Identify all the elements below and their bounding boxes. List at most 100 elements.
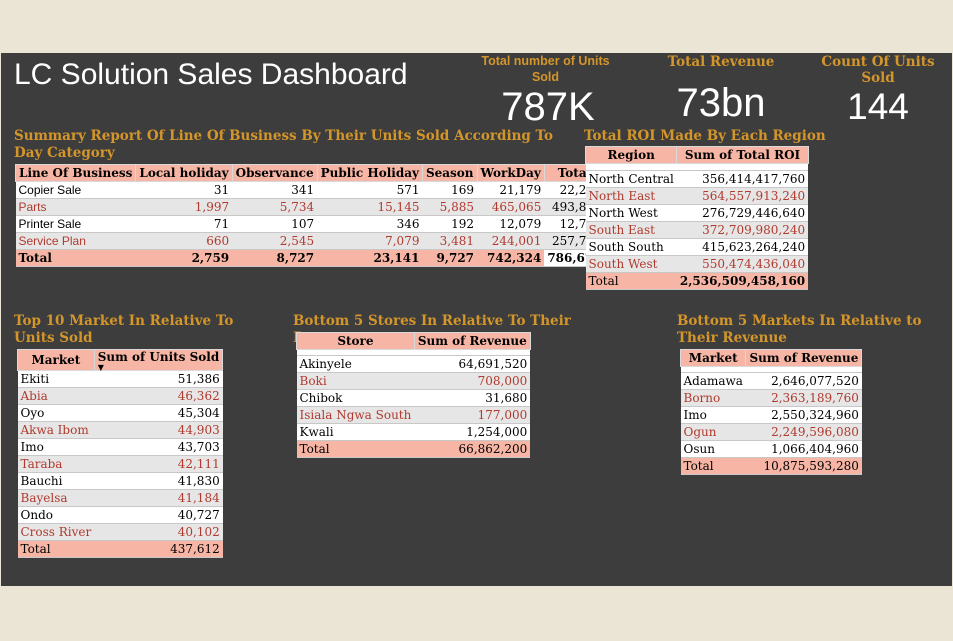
cell: North East bbox=[585, 187, 677, 205]
cell: Oyo bbox=[17, 404, 95, 422]
table-row: North West 276,729,446,640 bbox=[585, 204, 809, 222]
cell: 177,000 bbox=[414, 406, 531, 424]
cell: 40,727 bbox=[94, 506, 223, 524]
cell: 41,184 bbox=[94, 489, 223, 507]
cell: Akwa Ibom bbox=[17, 421, 95, 439]
bottom-stores-table: Store Sum of Revenue Akinyele 64,691,520 … bbox=[296, 332, 531, 458]
cell: Ondo bbox=[17, 506, 95, 524]
cell: 244,001 bbox=[477, 232, 545, 250]
top-markets-title: Top 10 Market In Relative To Units Sold bbox=[14, 313, 234, 346]
cell: 169 bbox=[422, 181, 478, 199]
table-row: Osun 1,066,404,960 bbox=[680, 440, 862, 458]
cell: 2,536,509,458,160 bbox=[676, 272, 809, 290]
cell: 31 bbox=[135, 181, 233, 199]
cell: Adamawa bbox=[680, 372, 746, 390]
cell: Ogun bbox=[680, 423, 746, 441]
table-row: Taraba 42,111 bbox=[17, 455, 223, 473]
cell: 10,875,593,280 bbox=[745, 457, 862, 475]
roi-table: Region Sum of Total ROI North Central 35… bbox=[584, 146, 809, 290]
cell: 3,481 bbox=[422, 232, 478, 250]
table-row: Abia 46,362 bbox=[17, 387, 223, 405]
cell: 2,249,596,080 bbox=[745, 423, 862, 441]
cell: 46,362 bbox=[94, 387, 223, 405]
cell: North West bbox=[585, 204, 677, 222]
cell: Borno bbox=[680, 389, 746, 407]
col-season[interactable]: Season bbox=[421, 164, 478, 182]
table-row: Bayelsa 41,184 bbox=[17, 489, 223, 507]
table-row: Imo 43,703 bbox=[17, 438, 223, 456]
cell: Osun bbox=[680, 440, 746, 458]
total-row: Total 2,536,509,458,160 bbox=[585, 272, 809, 290]
col-line-of-business[interactable]: Line Of Business bbox=[14, 164, 137, 182]
col-observance[interactable]: Observance bbox=[231, 164, 318, 182]
cell: 708,000 bbox=[414, 372, 531, 390]
kpi-units-sold-label: Total number of Units Sold bbox=[481, 54, 610, 84]
roi-title: Total ROI Made By Each Region bbox=[584, 128, 826, 144]
table-row: Ogun 2,249,596,080 bbox=[680, 423, 862, 441]
cell: 21,179 bbox=[477, 181, 545, 199]
dashboard-title: LC Solution Sales Dashboard bbox=[14, 58, 408, 91]
col-region[interactable]: Region bbox=[584, 146, 678, 164]
cell: Total bbox=[585, 272, 677, 290]
col-workday[interactable]: WorkDay bbox=[476, 164, 545, 182]
table-row: Parts 1,997 5,734 15,145 5,885 465,065 4… bbox=[15, 198, 605, 216]
col-market[interactable]: Market bbox=[17, 349, 95, 371]
cell: 12,079 bbox=[477, 215, 545, 233]
cell: 42,111 bbox=[94, 455, 223, 473]
table-row: Bauchi 41,830 bbox=[17, 472, 223, 490]
cell: 40,102 bbox=[94, 523, 223, 541]
cell: 660 bbox=[135, 232, 233, 250]
col-sum-units-sold[interactable]: Sum of Units Sold ▼ bbox=[93, 349, 224, 371]
cell: 8,727 bbox=[232, 249, 318, 267]
sort-descending-icon[interactable]: ▼ bbox=[98, 363, 219, 371]
table-row: South West 550,474,436,040 bbox=[585, 255, 809, 273]
cell: Total bbox=[17, 540, 95, 558]
cell: Printer Sale bbox=[15, 215, 136, 233]
col-sum-units-sold-label: Sum of Units Sold bbox=[97, 350, 220, 364]
cell: 2,545 bbox=[232, 232, 318, 250]
kpi-revenue-label: Total Revenue bbox=[667, 54, 775, 70]
table-row: Ekiti 51,386 bbox=[17, 370, 223, 388]
kpi-count-label: Count Of Units Sold bbox=[821, 54, 935, 86]
cell: 346 bbox=[317, 215, 423, 233]
summary-table: Line Of Business Local holiday Observanc… bbox=[14, 164, 606, 267]
total-row: Total 2,759 8,727 23,141 9,727 742,324 7… bbox=[15, 249, 605, 267]
cell: 44,903 bbox=[94, 421, 223, 439]
col-store[interactable]: Store bbox=[296, 332, 415, 350]
cell: 31,680 bbox=[414, 389, 531, 407]
bottom-markets-title: Bottom 5 Markets In Relative to Their Re… bbox=[677, 313, 922, 346]
table-row: Kwali 1,254,000 bbox=[296, 423, 531, 441]
cell: Service Plan bbox=[15, 232, 136, 250]
cell: Imo bbox=[680, 406, 746, 424]
cell: Abia bbox=[17, 387, 95, 405]
cell: 7,079 bbox=[317, 232, 423, 250]
table-row: Boki 708,000 bbox=[296, 372, 531, 390]
cell: 107 bbox=[232, 215, 318, 233]
table-row: Adamawa 2,646,077,520 bbox=[680, 372, 862, 390]
col-local-holiday[interactable]: Local holiday bbox=[135, 164, 233, 182]
total-row: Total 10,875,593,280 bbox=[680, 457, 862, 475]
table-row: Chibok 31,680 bbox=[296, 389, 531, 407]
cell: 372,709,980,240 bbox=[676, 221, 809, 239]
col-public-holiday[interactable]: Public Holiday bbox=[316, 164, 423, 182]
table-row: Oyo 45,304 bbox=[17, 404, 223, 422]
cell: South West bbox=[585, 255, 677, 273]
cell: 9,727 bbox=[422, 249, 478, 267]
cell: 64,691,520 bbox=[414, 355, 531, 373]
table-row: Akinyele 64,691,520 bbox=[296, 355, 531, 373]
cell: 45,304 bbox=[94, 404, 223, 422]
cell: 2,363,189,760 bbox=[745, 389, 862, 407]
cell: 742,324 bbox=[477, 249, 545, 267]
col-market[interactable]: Market bbox=[679, 349, 747, 367]
cell: 550,474,436,040 bbox=[676, 255, 809, 273]
cell: South East bbox=[585, 221, 677, 239]
cell: 66,862,200 bbox=[414, 440, 531, 458]
cell: 571 bbox=[317, 181, 423, 199]
cell: Bauchi bbox=[17, 472, 95, 490]
cell: 15,145 bbox=[317, 198, 423, 216]
cell: 2,550,324,960 bbox=[745, 406, 862, 424]
cell: 51,386 bbox=[94, 370, 223, 388]
col-sum-total-roi[interactable]: Sum of Total ROI bbox=[676, 146, 809, 164]
col-sum-revenue[interactable]: Sum of Revenue bbox=[745, 349, 863, 367]
col-sum-revenue[interactable]: Sum of Revenue bbox=[413, 332, 531, 350]
